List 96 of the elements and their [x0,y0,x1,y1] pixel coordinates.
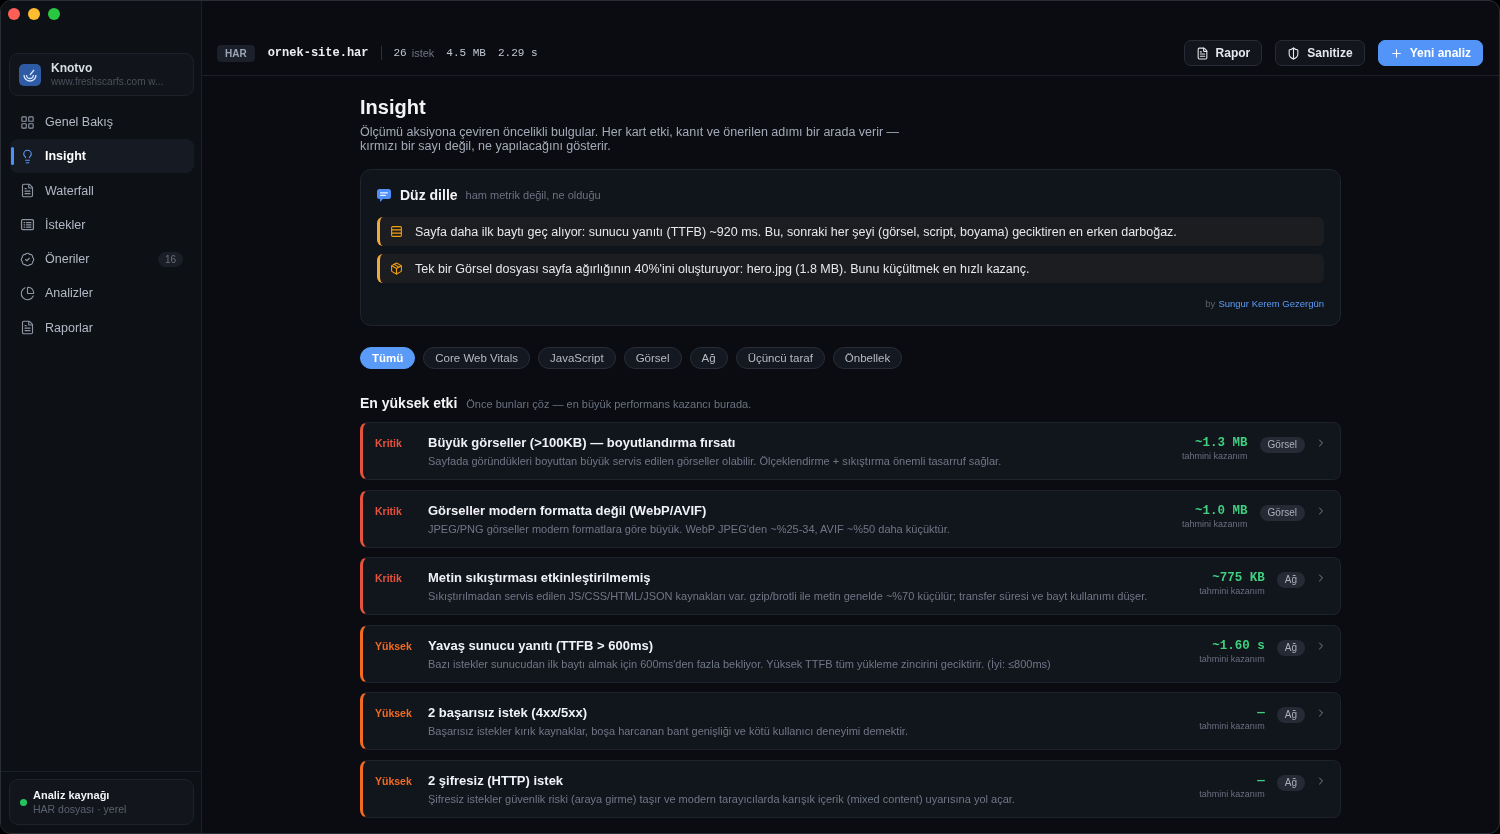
action-button[interactable]: Sanitize [1275,40,1365,66]
finding-card[interactable] [360,557,1341,615]
finding-title: Yavaş sunucu yanıtı (TTFB > 600ms) [428,637,655,654]
gain-label: tahmini kazanım [1182,518,1248,530]
finding-description: Sıkıştırılmadan servis edilen JS/CSS/HTML/JSON kaynakları var. gzip/brotli ile metin genelde ~%70 küçülür; transfer süresi ve bayt kullanımı düşer. [428,589,1149,603]
window-close-icon[interactable] [8,8,20,20]
category-tag: Ağ [1276,774,1305,791]
file-name: ornek-site.har [267,46,369,60]
author-link[interactable]: Sungur Kerem Gezergün [1218,297,1324,309]
rows-icon [390,225,403,238]
sidebar-item[interactable]: Genel Bakış [10,105,194,139]
severity-label: Yüksek [375,638,413,654]
shield-icon [1287,46,1301,60]
page-subtitle: Ölçümü aksiyona çeviren öncelikli bulgular. Her kart etki, kanıt ve önerilen adımı bir arada verir — kırmızı bir sayı değil, ne yapılacağını gösterir. [360,125,901,153]
category-tag: Ağ [1276,572,1305,588]
summary-text: Sayfa daha ilk baytı geç alıyor: sunucu yanıtı (TTFB) ~920 ms. Bu, sonraki her şeyi (görsel, script, boyama) geciktiren en erken darboğaz. [415,224,1177,239]
gain-value: — [1257,705,1265,721]
sidebar-item[interactable]: Waterfall [10,173,194,208]
finding-description: Bazı istekler sunucudan ilk baytı almak için 600ms'den fazla bekliyor. Yüksek TTFB tüm yükleme zincirini geciktirir. (İyi: ≤800ms) [428,656,1052,671]
severity-label: Kritik [375,436,403,451]
count-badge: 16 [157,251,183,267]
filter-chip[interactable]: Görsel [623,347,682,369]
finding-card[interactable]: Yüksek 2 başarısız istek (4xx/5xx) Başarısız istekler kırık kaynaklar, boşa harcanan bant genişliği ve kötü kullanıcı deneyimi demektir. — tahmini kazanım Ağ [360,692,1341,750]
window-minimize-icon[interactable] [28,8,40,20]
gain-label: tahmini kazanım [1182,451,1248,462]
sidebar-item[interactable]: Insight [10,139,194,174]
workspace-name: Knotvo [51,61,94,75]
severity-label: Yüksek [375,773,413,789]
summary-subtitle: ham metrik değil, ne olduğu [465,189,601,201]
summary-title: Düz dille [400,187,458,203]
sidebar-item[interactable]: Raporlar [10,310,194,345]
sidebar-item[interactable]: İstekler [10,207,194,242]
category-tag: Görsel [1259,504,1305,521]
gain-label: tahmini kazanım [1199,788,1265,800]
section-title: En yüksek etki [360,394,458,412]
lightbulb-icon [20,148,35,164]
source-subtitle: HAR dosyası · yerel [33,802,127,816]
page-title: Insight [360,95,427,119]
finding-card[interactable]: Kritik Görseller modern formatta değil (WebP/AVIF) JPEG/PNG görseller modern formatlara göre büyük. WebP JPEG'den ~%25-34, AVIF ~%50 daha küçüktür. ~1.0 MB tahmini kazanım Görsel [360,489,1341,548]
sidebar-item[interactable]: Öneriler 16 [10,242,194,277]
plus-icon [1389,46,1403,60]
gain-label: tahmini kazanım [1199,721,1265,732]
file-icon [20,320,35,336]
finding-description: Şifresiz istekler güvenlik riski (araya girme) taşır ve modern tarayıcılarda karışık içerik (mixed content) uyarısına yol açar. [428,791,1016,806]
load-duration: 2.29 s [497,47,538,59]
total-size: 4.5 MB [446,47,486,59]
pie-chart-icon [20,286,35,301]
workspace-url: www.freshscarfs.com w... [51,75,164,88]
finding-description: Başarısız istekler kırık kaynaklar, boşa harcanan bant genişliği ve kötü kullanıcı deneyimi demektir. [428,724,909,738]
finding-card[interactable]: Yüksek Yavaş sunucu yanıtı (TTFB > 600ms) Bazı istekler sunucudan ilk baytı almak için 600ms'den fazla bekliyor. Yüksek TTFB tüm yükleme zincirini geciktirir. (İyi: ≤800ms) ~1.60 s tahmini kazanım Ağ [360,624,1341,683]
finding-description: JPEG/PNG görseller modern formatlara göre büyük. WebP JPEG'den ~%25-34, AVIF ~%50 daha küçüktür. [428,521,951,536]
severity-label: Kritik [375,503,403,519]
gain-value: — [1257,772,1265,789]
document-icon [1195,46,1209,60]
filter-chip[interactable]: Ağ [689,347,728,369]
finding-card[interactable]: Yüksek 2 şifresiz (HTTP) istek Şifresiz istekler güvenlik riski (araya girme) taşır ve modern tarayıcılarda karışık içerik (mixed content) uyarısına yol açar. — tahmini kazanım Ağ [360,759,1341,818]
gain-value: ~775 KB [1212,570,1265,586]
finding-title: Büyük görseller (>100KB) — boyutlandırma fırsatı [428,435,737,451]
finding-title: 2 şifresiz (HTTP) istek [428,772,565,789]
grid-icon [20,114,35,130]
request-label: istek [411,47,435,59]
category-tag: Görsel [1259,437,1305,453]
finding-title: 2 başarısız istek (4xx/5xx) [428,705,588,721]
finding-description: Sayfada göründükleri boyuttan büyük servis edilen görseller olabilir. Ölçeklendirme + sıkıştırma önemli tasarruf sağlar. [428,454,1003,468]
gain-value: ~1.0 MB [1195,502,1248,519]
finding-card[interactable] [360,422,1341,480]
box-icon [390,262,403,275]
format-badge: HAR [217,44,255,62]
section-subtitle: Önce bunları çöz — en büyük performans kazancı burada. [466,398,752,410]
gain-value: ~1.3 MB [1195,435,1248,451]
finding-title: Görseller modern formatta değil (WebP/AVIF) [428,502,708,519]
filter-chip[interactable]: Üçüncü taraf [735,347,825,369]
window-maximize-icon[interactable] [48,8,60,20]
finding-title: Metin sıkıştırması etkinleştirilmemiş [428,570,652,586]
credit-prefix: by [1205,297,1216,309]
category-tag: Ağ [1276,639,1305,656]
sidebar-item[interactable]: Analizler [10,276,194,311]
gain-label: tahmini kazanım [1199,653,1265,665]
document-icon [20,183,35,199]
summary-text: Tek bir Görsel dosyası sayfa ağırlığının 40%'ini oluşturuyor: hero.jpg (1.8 MB). Bunu küçültmek en hızlı kazanç. [415,261,1030,276]
filter-chip[interactable]: Core Web Vitals [423,347,530,369]
badge-check-icon [20,251,35,267]
filter-chip[interactable]: JavaScript [538,347,616,369]
request-count: 26 [393,47,407,59]
category-tag: Ağ [1276,707,1305,723]
severity-label: Kritik [375,571,403,586]
gain-value: ~1.60 s [1212,637,1265,654]
severity-label: Yüksek [375,706,413,721]
list-icon [20,217,35,233]
app-logo [19,63,41,86]
workspace-card[interactable]: Knotvo www.freshscarfs.com w... [9,53,194,96]
action-button[interactable]: Rapor [1183,40,1263,66]
source-title: Analiz kaynağı [33,788,111,802]
gain-label: tahmini kazanım [1199,586,1265,597]
filter-chip[interactable]: Önbellek [832,347,903,369]
chat-bubble-icon [377,188,391,202]
